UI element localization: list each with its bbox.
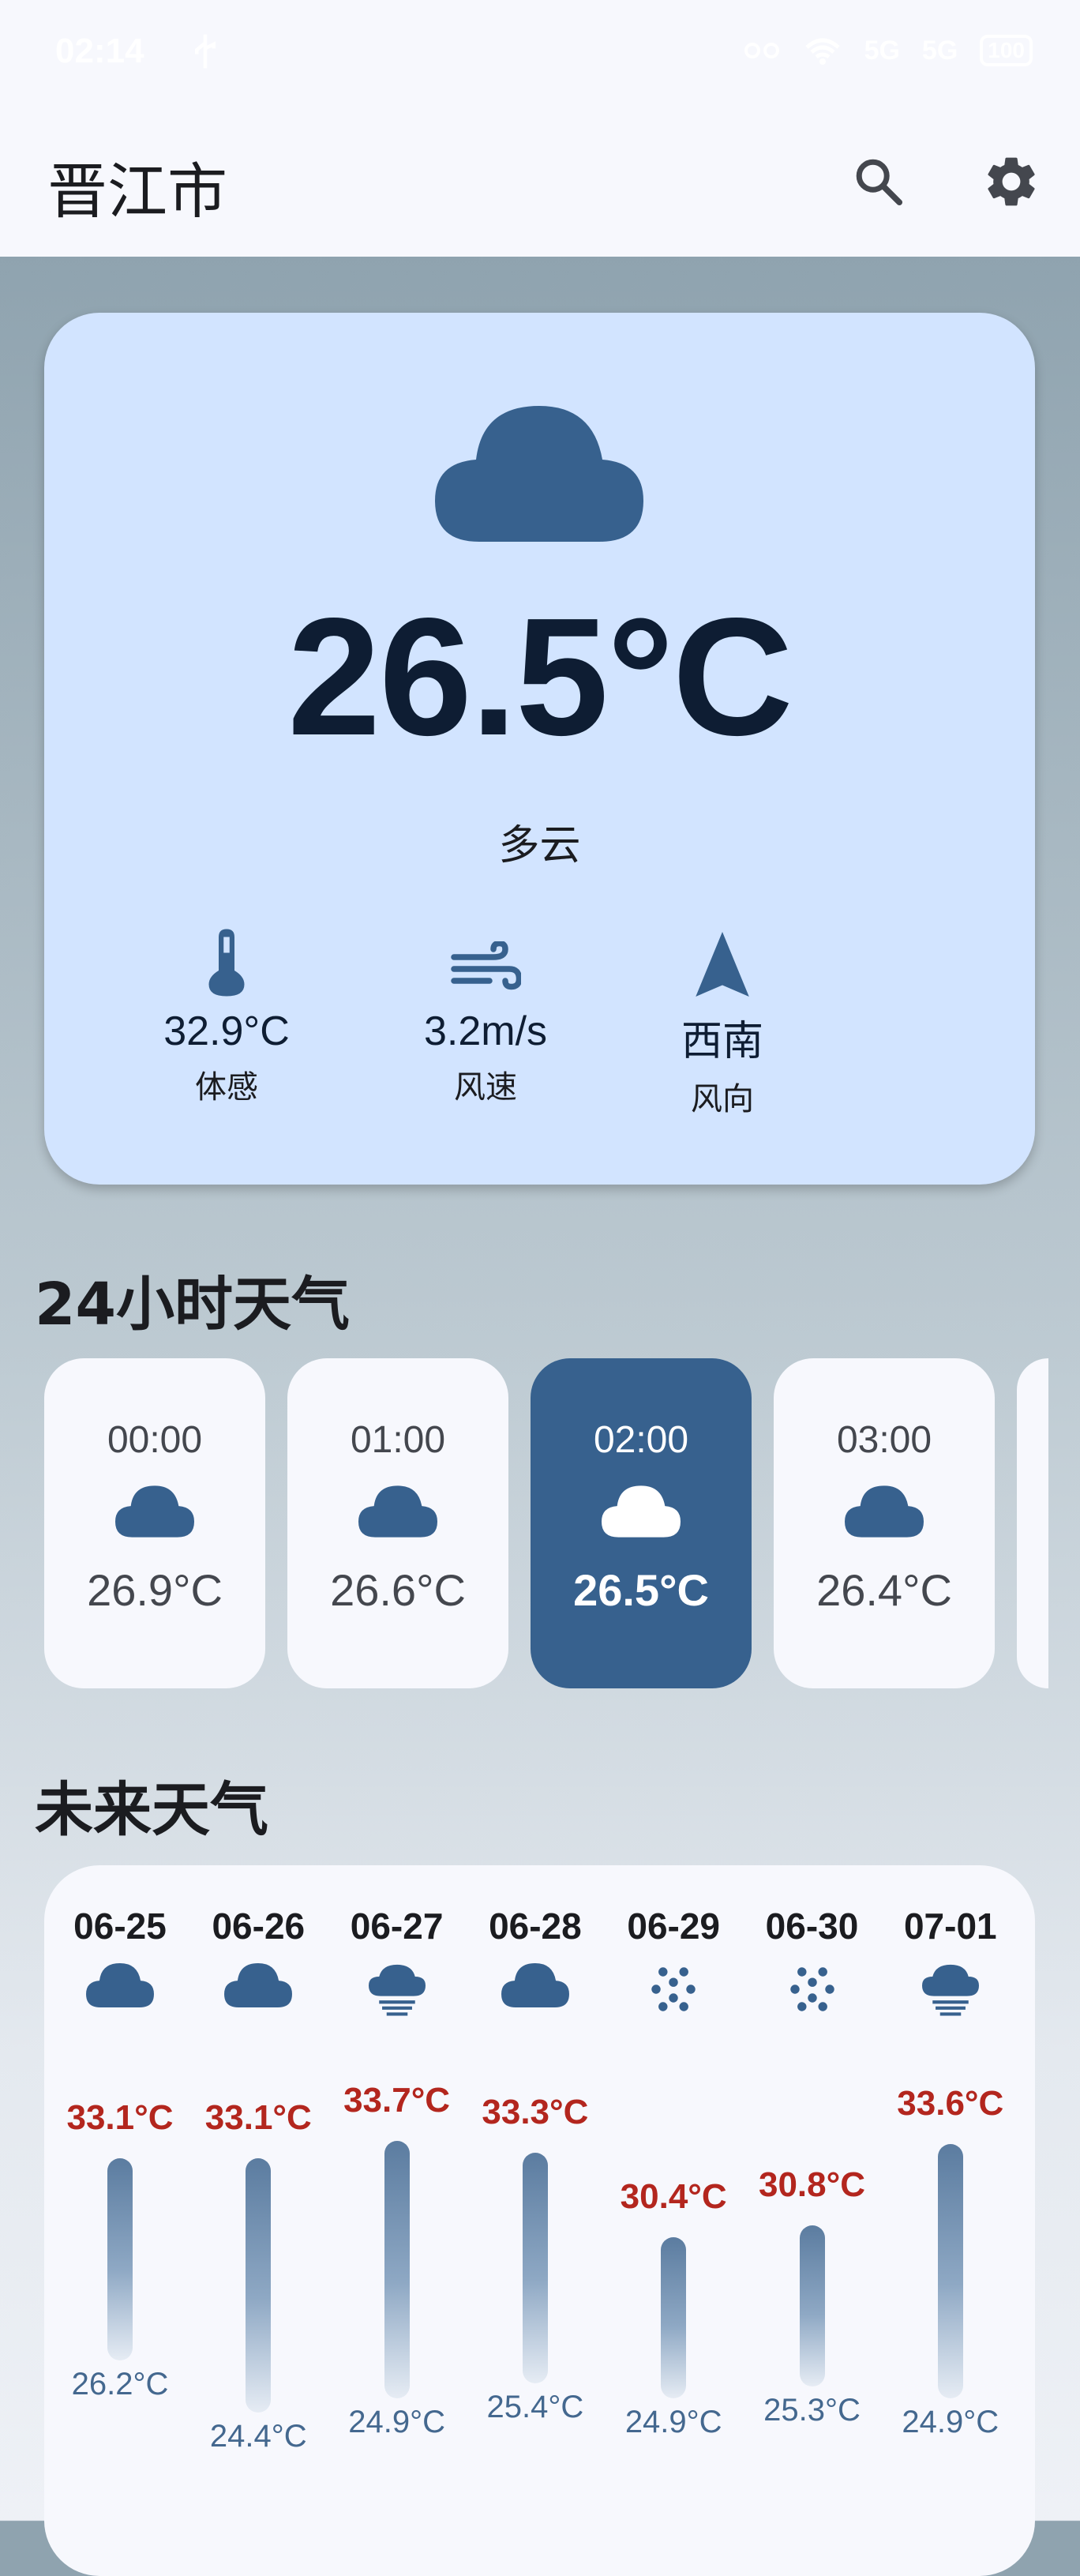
drizzle-dots-icon — [651, 1967, 696, 2011]
stat-wind-direction: 西南 风向 — [604, 921, 841, 1119]
forecast-min-temp: 25.4°C — [486, 2390, 584, 2425]
forecast-date: 06-28 — [489, 1906, 582, 1947]
daily-forecast-card: 06-25 33.1°C 26.2°C 06-26 33.1°C 24.4°C 06-27 3… — [44, 1865, 1035, 2576]
feels-like-value: 32.9°C — [163, 1008, 290, 1054]
forecast-date: 06-25 — [73, 1906, 167, 1947]
temperature-range-bar — [661, 2237, 687, 2398]
hour-card-partial[interactable] — [1017, 1358, 1048, 1688]
settings-button[interactable] — [976, 146, 1047, 217]
forecast-date: 06-27 — [350, 1906, 444, 1947]
forecast-max-temp: 33.1°C — [66, 2098, 174, 2138]
daily-forecast-day[interactable]: 06-25 33.1°C 26.2°C — [53, 1865, 187, 2576]
hour-card-selected[interactable]: 02:00 26.5°C — [531, 1358, 752, 1688]
stat-wind-speed: 3.2m/s 风速 — [367, 921, 604, 1107]
cloud-icon — [501, 1963, 569, 2007]
daily-title: 未来天气 — [35, 1776, 268, 1844]
feels-like-label: 体感 — [195, 1069, 258, 1106]
cloud-icon — [845, 1485, 924, 1538]
signal-strength-1: 5G — [864, 35, 900, 66]
forecast-date: 07-01 — [903, 1906, 997, 1947]
drizzle-dots-icon — [789, 1967, 834, 2011]
search-button[interactable] — [843, 146, 914, 217]
temperature-range-bar — [522, 2152, 548, 2384]
hour-temp: 26.9°C — [87, 1565, 223, 1615]
wind-speed-value: 3.2m/s — [423, 1008, 548, 1054]
forecast-max-temp: 30.4°C — [620, 2177, 727, 2217]
forecast-date: 06-26 — [212, 1906, 306, 1947]
hour-card[interactable]: 03:00 26.4°C — [774, 1358, 995, 1688]
cloud-icon — [115, 1485, 194, 1538]
cloud-icon — [435, 406, 643, 542]
battery-indicator: 100 — [980, 35, 1033, 66]
temperature-range-bar — [107, 2158, 133, 2360]
status-bar: 02:14 5G 5G 100 — [0, 0, 1080, 107]
forecast-min-temp: 25.3°C — [763, 2392, 861, 2428]
search-icon — [856, 159, 903, 206]
usb-icon — [195, 34, 216, 69]
hour-time: 02:00 — [593, 1419, 689, 1461]
hour-time: 00:00 — [107, 1419, 203, 1461]
cloud-rain-icon — [921, 1964, 979, 2016]
hour-time: 03:00 — [836, 1419, 932, 1461]
wind-direction-label: 风向 — [691, 1081, 754, 1117]
signal-strength-2: 5G — [921, 35, 958, 66]
daily-forecast-day[interactable]: 06-30 30.8°C 25.3°C — [745, 1865, 879, 2576]
daily-forecast-day[interactable]: 06-29 30.4°C 24.9°C — [606, 1865, 741, 2576]
temperature-range-bar — [937, 2143, 963, 2398]
weather-description: 多云 — [498, 822, 581, 869]
daily-forecast-day[interactable]: 06-28 33.3°C 25.4°C — [468, 1865, 602, 2576]
city-title: 晋江市 — [47, 156, 227, 227]
cloud-rain-icon — [368, 1964, 426, 2016]
cloud-icon — [358, 1485, 437, 1538]
forecast-min-temp: 24.4°C — [209, 2419, 307, 2454]
hour-card[interactable]: 01:00 26.6°C — [287, 1358, 508, 1688]
daily-forecast-day[interactable]: 06-26 33.1°C 24.4°C — [191, 1865, 325, 2576]
cloud-icon — [602, 1485, 681, 1538]
temperature-range-bar — [384, 2141, 410, 2398]
forecast-max-temp: 30.8°C — [758, 2165, 865, 2205]
forecast-max-temp: 33.6°C — [897, 2083, 1004, 2123]
hour-temp: 26.5°C — [573, 1565, 709, 1615]
hour-card[interactable]: 00:00 26.9°C — [44, 1358, 265, 1688]
temperature-range-bar — [246, 2158, 272, 2413]
hour-time: 01:00 — [350, 1419, 446, 1461]
temperature-range-bar — [799, 2225, 825, 2386]
wind-speed-label: 风速 — [454, 1069, 517, 1106]
daily-forecast-day[interactable]: 07-01 33.6°C 24.9°C — [883, 1865, 1018, 2576]
forecast-min-temp: 24.9°C — [624, 2404, 722, 2439]
stat-feels-like: 32.9°C 体感 — [108, 921, 345, 1107]
current-temperature: 26.5°C — [287, 583, 793, 770]
hour-temp: 26.4°C — [816, 1565, 952, 1615]
vibrate-icon — [744, 43, 779, 58]
forecast-max-temp: 33.7°C — [343, 2081, 451, 2120]
hourly-title: 24小时天气 — [35, 1271, 350, 1339]
forecast-min-temp: 24.9°C — [348, 2404, 445, 2439]
status-time: 02:14 — [55, 32, 144, 70]
gear-icon — [988, 157, 1035, 206]
wifi-icon — [804, 38, 840, 65]
forecast-date: 06-30 — [765, 1906, 859, 1947]
wind-direction-value: 西南 — [681, 1019, 763, 1065]
navigation-arrow-icon — [696, 932, 749, 997]
forecast-date: 06-29 — [627, 1906, 721, 1947]
hour-temp: 26.6°C — [330, 1565, 466, 1615]
wind-icon — [451, 941, 521, 990]
forecast-max-temp: 33.1°C — [204, 2098, 312, 2138]
forecast-min-temp: 26.2°C — [71, 2366, 169, 2401]
cloud-icon — [86, 1963, 154, 2007]
app-bar: 晋江市 — [0, 107, 1080, 257]
cloud-icon — [224, 1963, 293, 2007]
daily-forecast-day[interactable]: 06-27 33.7°C 24.9°C — [330, 1865, 464, 2576]
thermometer-icon — [208, 929, 245, 997]
status-icons: 5G 5G 100 — [743, 35, 1033, 66]
current-weather-card: 26.5°C 多云 32.9°C 体感 3.2m/s 风速 西南 风向 — [44, 313, 1035, 1185]
forecast-max-temp: 33.3°C — [482, 2092, 589, 2131]
forecast-min-temp: 24.9°C — [902, 2404, 999, 2439]
